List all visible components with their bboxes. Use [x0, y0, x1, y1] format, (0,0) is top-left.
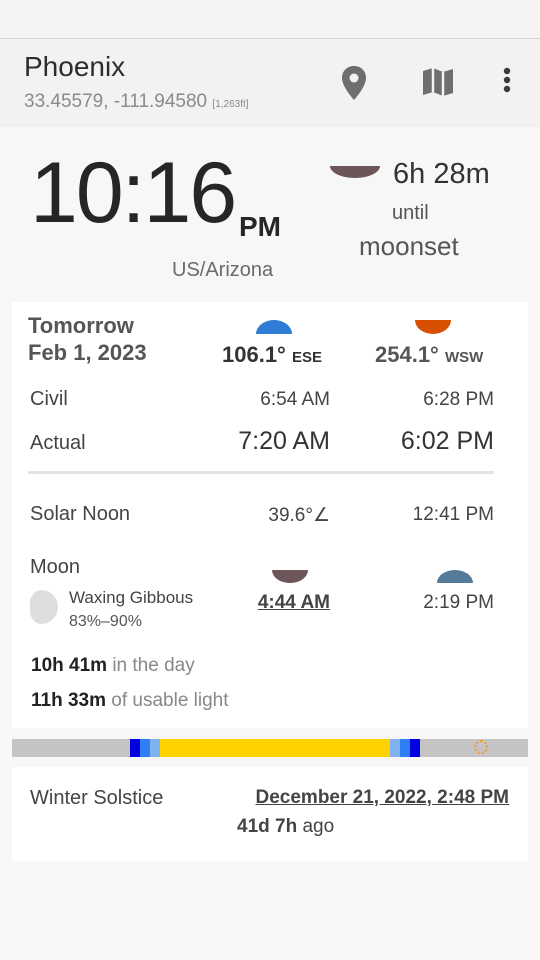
daylight-timeline[interactable]	[12, 739, 528, 757]
countdown-until: until	[392, 202, 429, 224]
solstice-label: Winter Solstice	[30, 787, 164, 809]
location-name[interactable]: Phoenix	[24, 51, 125, 83]
moonset-icon	[330, 166, 380, 178]
civil-label: Civil	[30, 388, 68, 410]
elevation-text: [1,263ft]	[212, 99, 249, 110]
daylight-segment	[160, 739, 390, 757]
moonset-icon	[437, 570, 473, 583]
app-bar: Phoenix 33.45579, -111.94580 [1,263ft]	[0, 38, 540, 125]
day-date: Feb 1, 2023	[28, 340, 147, 365]
actual-label: Actual	[30, 432, 86, 454]
status-bar	[0, 0, 540, 38]
moon-label: Moon	[30, 556, 81, 578]
solstice-date-link[interactable]: December 21, 2022, 2:48 PM	[256, 787, 510, 809]
usable-light-value: 11h 33m	[31, 690, 106, 711]
usable-light-text: of usable light	[111, 690, 229, 711]
countdown-duration: 6h 28m	[393, 158, 490, 190]
current-time-ampm: PM	[239, 211, 281, 242]
sunset-direction: WSW	[444, 349, 484, 366]
countdown-event: moonset	[359, 231, 459, 261]
coordinates-text: 33.45579, -111.94580	[24, 91, 208, 112]
timezone-label[interactable]: US/Arizona	[172, 259, 273, 282]
usable-light: 11h 33m of usable light	[31, 690, 229, 712]
map-icon[interactable]	[422, 67, 454, 97]
day-label: Tomorrow	[28, 313, 134, 338]
moonset-time: 2:19 PM	[423, 592, 494, 613]
day-length-text: in the day	[112, 655, 195, 676]
actual-set-time: 6:02 PM	[400, 427, 494, 455]
solar-noon-time: 12:41 PM	[412, 504, 494, 525]
civil-set-time: 6:28 PM	[423, 389, 494, 410]
map-pin-icon[interactable]	[340, 65, 368, 101]
divider	[28, 471, 494, 474]
solar-noon-label: Solar Noon	[30, 503, 131, 525]
solar-noon-altitude: 39.6°∠	[268, 505, 330, 526]
moon-phase-icon	[30, 590, 58, 624]
astro-twilight-morning	[130, 739, 140, 757]
moon-phase-name: Waxing Gibbous	[69, 588, 194, 607]
sunrise-direction: ESE	[291, 349, 322, 366]
solstice-elapsed-value: 41d 7h	[237, 816, 298, 837]
day-length-value: 10h 41m	[31, 655, 108, 676]
current-time: 10:16	[30, 145, 237, 241]
nautical-twilight-evening	[400, 739, 410, 757]
solstice-card: Winter Solstice December 21, 2022, 2:48 …	[12, 767, 528, 861]
day-card: Tomorrow Feb 1, 2023 106.1° ESE 254.1° W…	[12, 302, 528, 728]
location-coordinates: 33.45579, -111.94580 [1,263ft]	[24, 91, 249, 113]
moonrise-time[interactable]: 4:44 AM	[258, 592, 330, 614]
sunrise-icon	[256, 320, 292, 334]
actual-rise-time: 7:20 AM	[238, 427, 330, 455]
day-length: 10h 41m in the day	[31, 655, 195, 677]
more-vert-icon[interactable]	[498, 67, 516, 95]
sunset-azimuth-value: 254.1°	[375, 342, 439, 367]
solstice-elapsed: 41d 7h ago	[237, 816, 334, 838]
solstice-elapsed-text: ago	[302, 816, 335, 837]
sunrise-azimuth-value: 106.1°	[222, 342, 286, 367]
civil-twilight-morning	[150, 739, 160, 757]
current-time-marker	[474, 740, 488, 754]
moon-illumination: 83%–90%	[69, 613, 142, 630]
sunrise-azimuth: 106.1° ESE	[222, 342, 322, 368]
moonrise-icon	[272, 570, 308, 583]
civil-rise-time: 6:54 AM	[260, 389, 330, 410]
sunset-azimuth: 254.1° WSW	[375, 342, 483, 368]
civil-twilight-evening	[390, 739, 400, 757]
nautical-twilight-morning	[140, 739, 150, 757]
sunset-icon	[415, 320, 451, 334]
astro-twilight-evening	[410, 739, 420, 757]
